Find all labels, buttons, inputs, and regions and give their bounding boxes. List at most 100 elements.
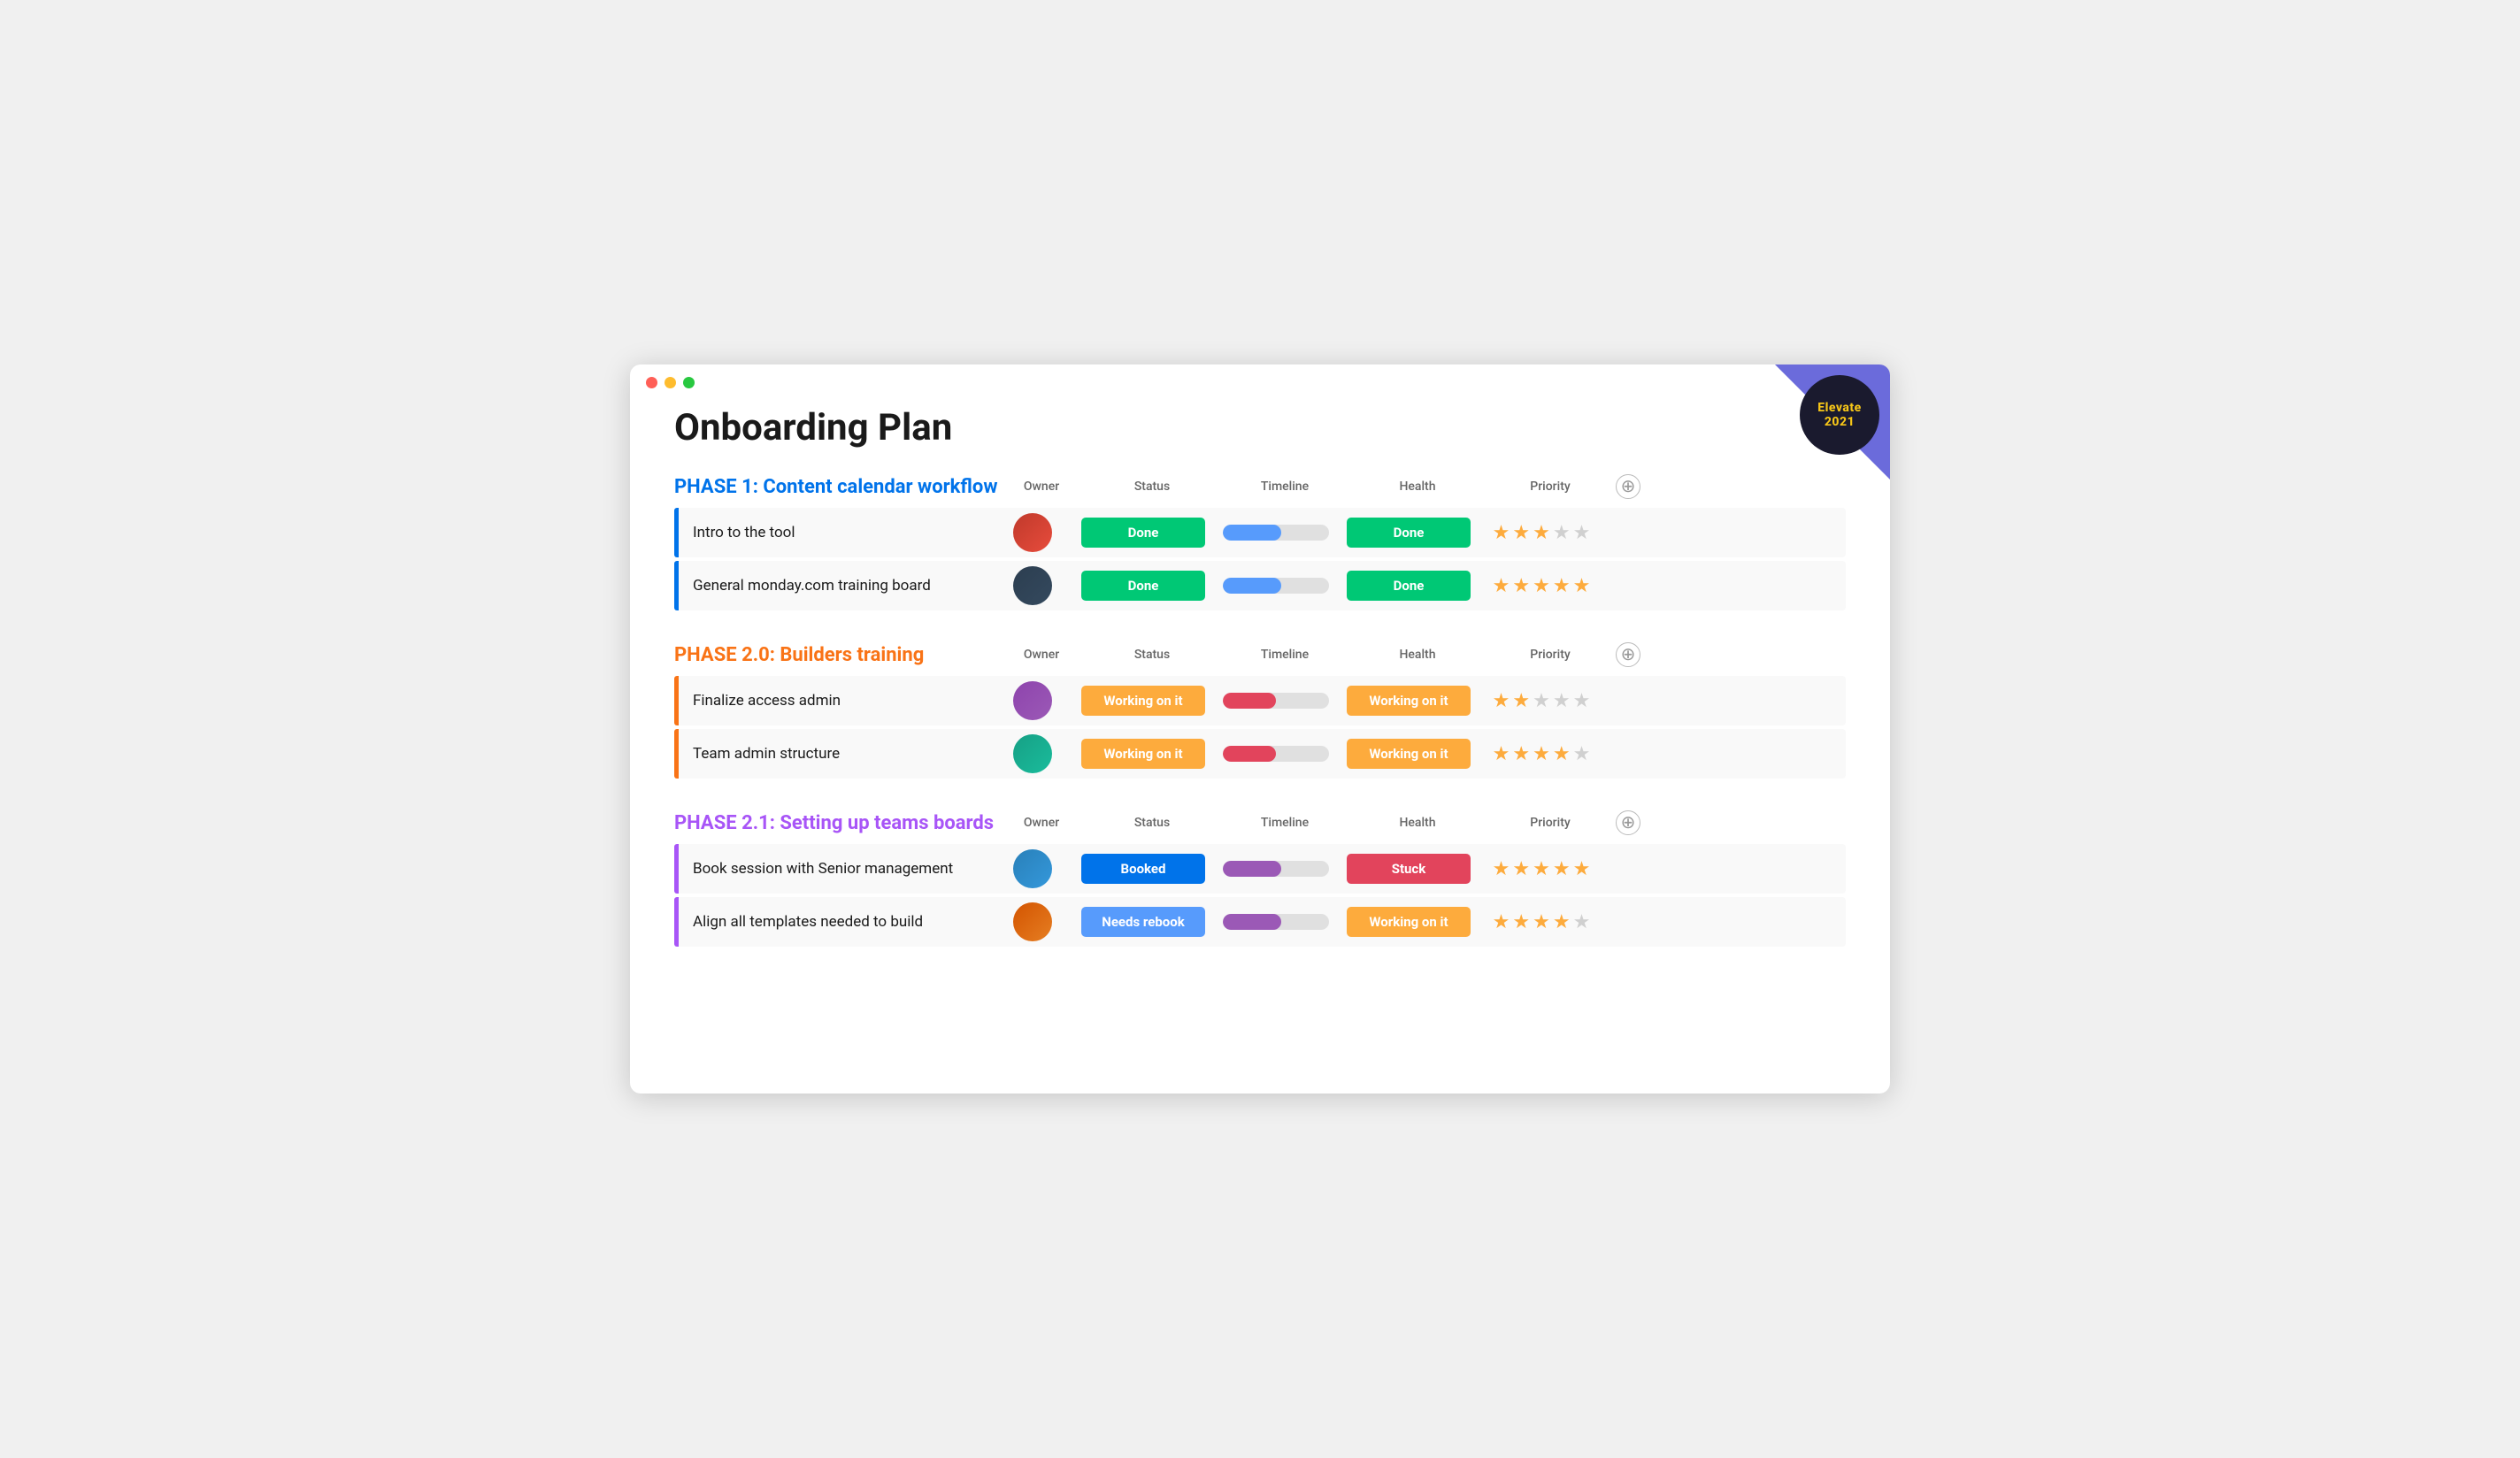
status-cell[interactable]: Needs rebook xyxy=(1072,907,1214,937)
add-icon[interactable]: ⊕ xyxy=(1616,642,1640,667)
health-badge[interactable]: Done xyxy=(1347,518,1471,548)
health-cell[interactable]: Working on it xyxy=(1338,907,1479,937)
status-cell[interactable]: Booked xyxy=(1072,854,1214,884)
column-headers: OwnerStatusTimelineHealthPriority⊕ xyxy=(1002,642,1846,667)
star-rating[interactable]: ★★★★★ xyxy=(1493,575,1591,597)
star-filled[interactable]: ★ xyxy=(1493,522,1510,544)
col-header-status: Status xyxy=(1081,480,1223,494)
star-empty[interactable]: ★ xyxy=(1573,911,1591,933)
status-badge[interactable]: Working on it xyxy=(1081,686,1205,716)
task-name: Finalize access admin xyxy=(679,683,993,718)
star-filled[interactable]: ★ xyxy=(1493,858,1510,880)
table-row[interactable]: Align all templates needed to buildNeeds… xyxy=(674,897,1846,947)
priority-cell[interactable]: ★★★★★ xyxy=(1479,911,1603,933)
priority-cell[interactable]: ★★★★★ xyxy=(1479,522,1603,544)
phases-container: PHASE 1: Content calendar workflowOwnerS… xyxy=(674,474,1846,947)
health-badge[interactable]: Working on it xyxy=(1347,739,1471,769)
star-filled[interactable]: ★ xyxy=(1493,575,1510,597)
add-icon[interactable]: ⊕ xyxy=(1616,810,1640,835)
table-row[interactable]: General monday.com training boardDoneDon… xyxy=(674,561,1846,610)
star-filled[interactable]: ★ xyxy=(1533,522,1550,544)
health-badge[interactable]: Stuck xyxy=(1347,854,1471,884)
star-empty[interactable]: ★ xyxy=(1553,522,1571,544)
owner-cell xyxy=(993,734,1072,773)
star-empty[interactable]: ★ xyxy=(1553,690,1571,712)
health-cell[interactable]: Working on it xyxy=(1338,739,1479,769)
health-badge[interactable]: Done xyxy=(1347,571,1471,601)
table-row[interactable]: Intro to the toolDoneDone★★★★★ xyxy=(674,508,1846,557)
health-cell[interactable]: Done xyxy=(1338,571,1479,601)
star-filled[interactable]: ★ xyxy=(1553,911,1571,933)
star-filled[interactable]: ★ xyxy=(1493,911,1510,933)
task-cells: Working on itWorking on it★★★★★ xyxy=(993,681,1846,720)
owner-cell xyxy=(993,566,1072,605)
star-filled[interactable]: ★ xyxy=(1512,690,1530,712)
star-empty[interactable]: ★ xyxy=(1573,690,1591,712)
star-filled[interactable]: ★ xyxy=(1512,743,1530,765)
app-window: Elevate 2021 Onboarding Plan PHASE 1: Co… xyxy=(630,364,1890,1094)
close-button[interactable] xyxy=(646,377,657,388)
table-row[interactable]: Book session with Senior managementBooke… xyxy=(674,844,1846,894)
star-filled[interactable]: ★ xyxy=(1512,522,1530,544)
star-filled[interactable]: ★ xyxy=(1493,690,1510,712)
star-filled[interactable]: ★ xyxy=(1553,575,1571,597)
star-filled[interactable]: ★ xyxy=(1533,858,1550,880)
status-cell[interactable]: Done xyxy=(1072,571,1214,601)
priority-cell[interactable]: ★★★★★ xyxy=(1479,858,1603,880)
health-badge[interactable]: Working on it xyxy=(1347,686,1471,716)
priority-cell[interactable]: ★★★★★ xyxy=(1479,575,1603,597)
star-filled[interactable]: ★ xyxy=(1512,911,1530,933)
avatar xyxy=(1013,681,1052,720)
health-badge[interactable]: Working on it xyxy=(1347,907,1471,937)
maximize-button[interactable] xyxy=(683,377,695,388)
table-row[interactable]: Finalize access admin Working on it Workin… xyxy=(674,676,1846,725)
col-header-owner: Owner xyxy=(1002,480,1081,494)
star-rating[interactable]: ★★★★★ xyxy=(1493,911,1591,933)
health-cell[interactable]: Stuck xyxy=(1338,854,1479,884)
star-empty[interactable]: ★ xyxy=(1573,743,1591,765)
col-header-timeline: Timeline xyxy=(1223,816,1347,830)
status-badge[interactable]: Booked xyxy=(1081,854,1205,884)
star-rating[interactable]: ★★★★★ xyxy=(1493,522,1591,544)
task-cells: DoneDone★★★★★ xyxy=(993,513,1846,552)
health-cell[interactable]: Done xyxy=(1338,518,1479,548)
priority-cell[interactable]: ★★★★★ xyxy=(1479,743,1603,765)
add-icon[interactable]: ⊕ xyxy=(1616,474,1640,499)
status-cell[interactable]: Done xyxy=(1072,518,1214,548)
star-empty[interactable]: ★ xyxy=(1573,522,1591,544)
minimize-button[interactable] xyxy=(665,377,676,388)
star-filled[interactable]: ★ xyxy=(1533,911,1550,933)
col-header-owner: Owner xyxy=(1002,816,1081,830)
col-header-priority: Priority xyxy=(1488,816,1612,830)
star-filled[interactable]: ★ xyxy=(1533,743,1550,765)
status-badge[interactable]: Needs rebook xyxy=(1081,907,1205,937)
badge-line2: 2021 xyxy=(1825,415,1855,429)
priority-cell[interactable]: ★★★★★ xyxy=(1479,690,1603,712)
star-filled[interactable]: ★ xyxy=(1533,575,1550,597)
add-column-button[interactable]: ⊕ xyxy=(1612,810,1644,835)
health-cell[interactable]: Working on it xyxy=(1338,686,1479,716)
star-rating[interactable]: ★★★★★ xyxy=(1493,743,1591,765)
status-badge[interactable]: Working on it xyxy=(1081,739,1205,769)
star-rating[interactable]: ★★★★★ xyxy=(1493,690,1591,712)
star-filled[interactable]: ★ xyxy=(1573,575,1591,597)
star-filled[interactable]: ★ xyxy=(1553,858,1571,880)
add-column-button[interactable]: ⊕ xyxy=(1612,474,1644,499)
task-cells: Working on itWorking on it★★★★★ xyxy=(993,734,1846,773)
star-filled[interactable]: ★ xyxy=(1553,743,1571,765)
table-row[interactable]: Team admin structureWorking on itWorking… xyxy=(674,729,1846,779)
status-cell[interactable]: Working on it xyxy=(1072,686,1214,716)
star-rating[interactable]: ★★★★★ xyxy=(1493,858,1591,880)
col-header-health: Health xyxy=(1347,480,1488,494)
star-empty[interactable]: ★ xyxy=(1533,690,1550,712)
star-filled[interactable]: ★ xyxy=(1512,575,1530,597)
badge-line1: Elevate xyxy=(1817,401,1862,415)
star-filled[interactable]: ★ xyxy=(1573,858,1591,880)
star-filled[interactable]: ★ xyxy=(1512,858,1530,880)
status-badge[interactable]: Done xyxy=(1081,571,1205,601)
status-cell[interactable]: Working on it xyxy=(1072,739,1214,769)
status-badge[interactable]: Done xyxy=(1081,518,1205,548)
star-filled[interactable]: ★ xyxy=(1493,743,1510,765)
add-column-button[interactable]: ⊕ xyxy=(1612,642,1644,667)
phase-header-phase2: PHASE 2.0: Builders trainingOwnerStatusT… xyxy=(674,642,1846,667)
